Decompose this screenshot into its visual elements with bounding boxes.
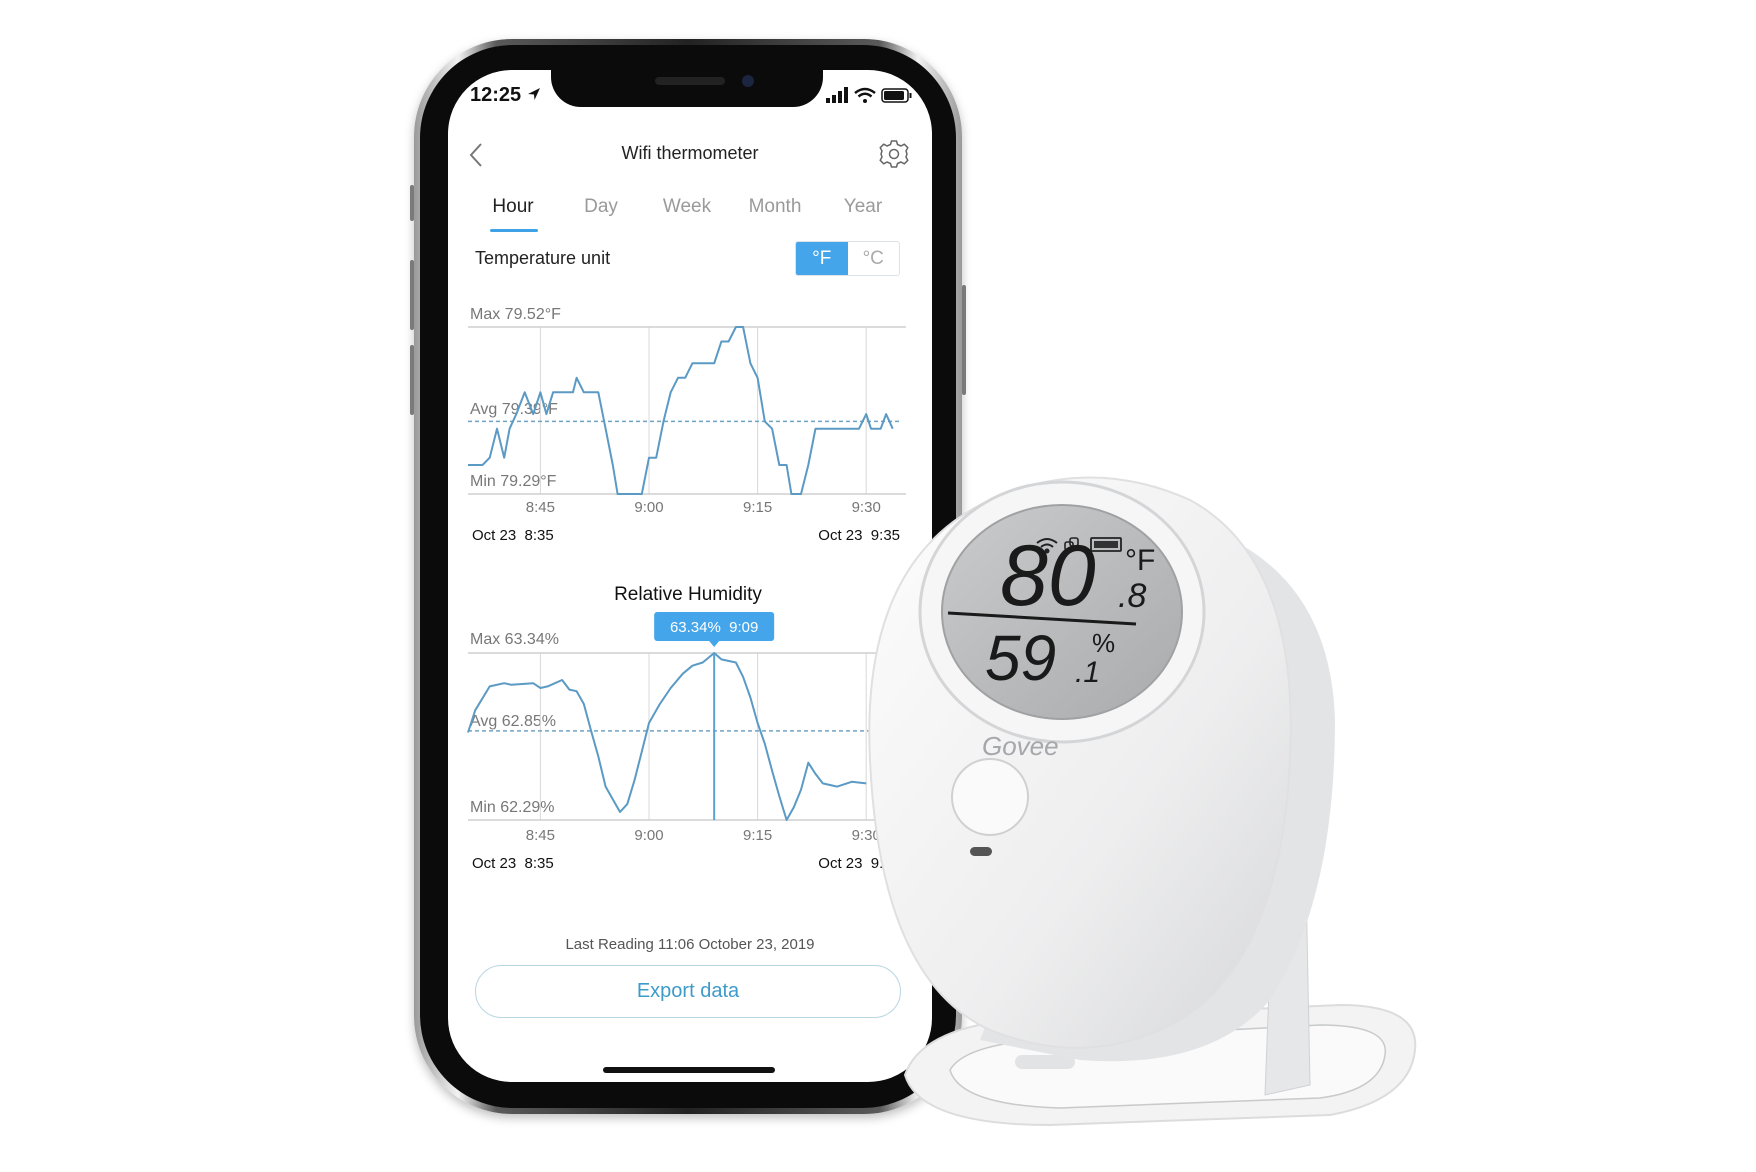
device-led (970, 847, 992, 856)
device-temperature-decimal: .8 (1118, 577, 1146, 615)
govee-logo: Govee (982, 731, 1059, 761)
govee-thermometer-device: 80 .8 °F 59 .1 % Govee (868, 476, 1417, 1127)
device-temperature: 80 (1000, 528, 1096, 624)
device-button (951, 758, 1029, 836)
device-humidity-unit: % (1092, 628, 1115, 658)
device-temperature-unit: °F (1125, 544, 1155, 577)
device-humidity-decimal: .1 (1075, 656, 1100, 689)
device-humidity: 59 (985, 622, 1056, 694)
